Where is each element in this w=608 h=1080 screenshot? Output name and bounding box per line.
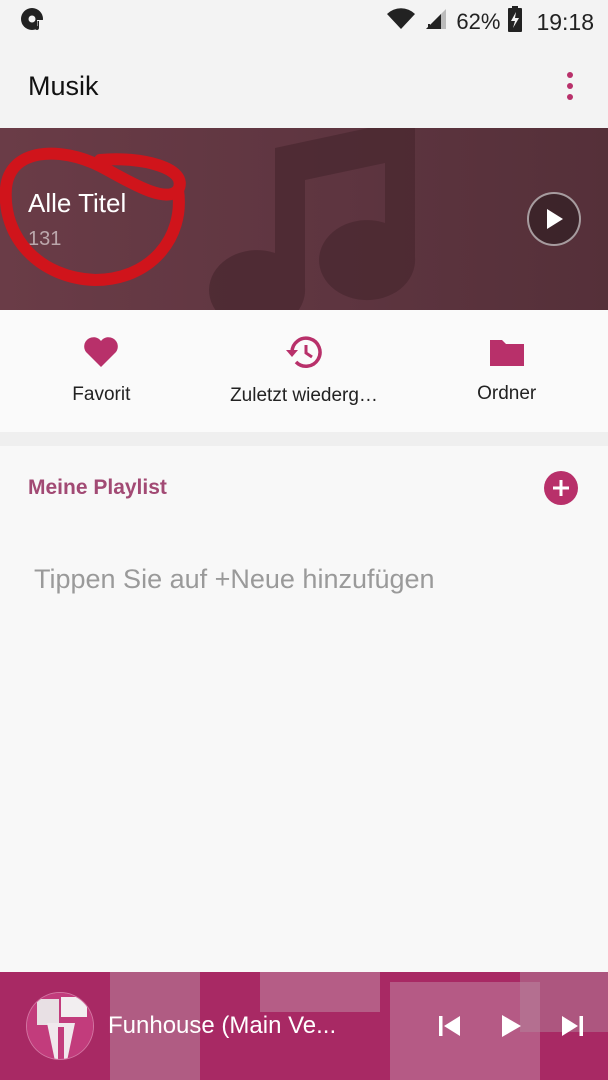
section-divider [0, 432, 608, 446]
recently-played-label: Zuletzt wiederg… [230, 385, 378, 406]
folder-icon [489, 340, 524, 366]
history-icon [286, 336, 322, 368]
recently-played-button[interactable]: Zuletzt wiederg… [203, 310, 406, 432]
battery-percent: 62% [456, 9, 501, 34]
all-tracks-title: Alle Titel [28, 188, 127, 218]
folders-label: Ordner [477, 383, 537, 404]
play-icon [547, 209, 563, 229]
playlist-section: Meine Playlist Tippen Sie auf +Neue hinz… [0, 446, 608, 972]
all-tracks-card[interactable]: Alle Titel 131 [0, 128, 608, 310]
music-notification-icon [20, 7, 46, 38]
plus-icon [553, 480, 569, 496]
battery-icon [508, 6, 523, 38]
wifi-icon [386, 8, 416, 36]
track-title: Funhouse (Main Ve... [108, 1012, 337, 1039]
previous-button[interactable] [438, 1015, 462, 1037]
next-button[interactable] [560, 1015, 584, 1037]
empty-playlist-hint: Tippen Sie auf +Neue hinzufügen [34, 564, 435, 594]
favorites-button[interactable]: Favorit [0, 310, 203, 432]
play-icon [502, 1015, 521, 1037]
track-count: 131 [28, 228, 62, 250]
play-all-button[interactable] [527, 192, 581, 246]
app-bar: Musik [0, 44, 608, 128]
favorites-label: Favorit [72, 384, 131, 405]
add-playlist-button[interactable] [544, 471, 578, 505]
clock: 19:18 [536, 8, 594, 35]
music-note-icon [209, 128, 416, 310]
folders-button[interactable]: Ordner [405, 310, 608, 432]
playlist-title: Meine Playlist [28, 476, 167, 499]
mini-player[interactable]: Funhouse (Main Ve... [0, 972, 608, 1080]
signal-icon [424, 8, 448, 36]
play-button[interactable] [500, 1014, 522, 1038]
skip-previous-icon [439, 1016, 460, 1036]
more-options-button[interactable] [560, 66, 580, 106]
skip-next-icon [562, 1016, 583, 1036]
heart-icon [84, 337, 119, 367]
album-art [26, 992, 94, 1060]
more-vert-icon [567, 72, 573, 78]
quick-actions: Favorit Zuletzt wiederg… Ordner [0, 310, 608, 432]
page-title: Musik [28, 70, 99, 101]
status-bar: 62% 19:18 [0, 0, 608, 44]
